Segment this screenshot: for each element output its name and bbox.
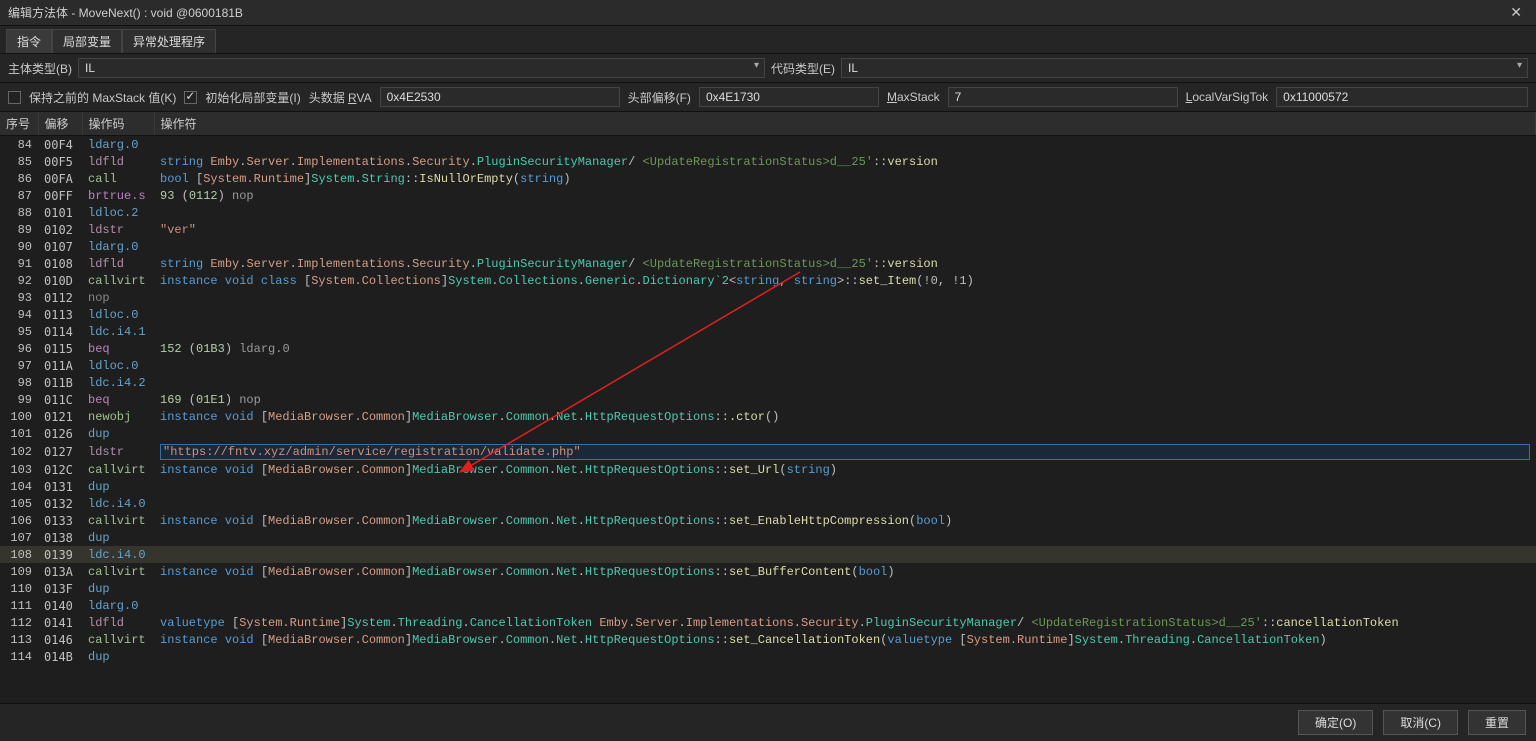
- table-row[interactable]: 114014Bdup: [0, 648, 1536, 665]
- table-row[interactable]: 8500F5ldfldstring Emby.Server.Implementa…: [0, 153, 1536, 170]
- tab-strip: 指令局部变量异常处理程序: [0, 26, 1536, 54]
- table-row[interactable]: 880101ldloc.2: [0, 204, 1536, 221]
- table-row[interactable]: 890102ldstr"ver": [0, 221, 1536, 238]
- table-row[interactable]: 1020127ldstr: [0, 442, 1536, 461]
- table-row[interactable]: 940113ldloc.0: [0, 306, 1536, 323]
- table-row[interactable]: 8400F4ldarg.0: [0, 136, 1536, 154]
- table-row[interactable]: 960115beq152 (01B3) ldarg.0: [0, 340, 1536, 357]
- init-locals-label: 初始化局部变量(I): [205, 89, 300, 106]
- localvarsigtok-label: LocalVarSigTok: [1186, 90, 1269, 104]
- table-row[interactable]: 1120141ldfldvaluetype [System.Runtime]Sy…: [0, 614, 1536, 631]
- table-row[interactable]: 1080139ldc.i4.0: [0, 546, 1536, 563]
- col-offset[interactable]: 偏移: [38, 112, 82, 136]
- keep-maxstack-label: 保持之前的 MaxStack 值(K): [29, 89, 176, 106]
- window-title: 编辑方法体 - MoveNext() : void @0600181B: [8, 4, 243, 21]
- table-row[interactable]: 1130146callvirtinstance void [MediaBrows…: [0, 631, 1536, 648]
- ok-button[interactable]: 确定(O): [1298, 710, 1373, 735]
- maxstack-input[interactable]: [948, 87, 1178, 107]
- header-offset-input[interactable]: [699, 87, 879, 107]
- table-row[interactable]: 97011Aldloc.0: [0, 357, 1536, 374]
- table-row[interactable]: 1010126dup: [0, 425, 1536, 442]
- table-row[interactable]: 1050132ldc.i4.0: [0, 495, 1536, 512]
- body-type-label: 主体类型(B): [8, 60, 72, 77]
- table-row[interactable]: 1040131dup: [0, 478, 1536, 495]
- reset-button[interactable]: 重置: [1468, 710, 1526, 735]
- cancel-button[interactable]: 取消(C): [1383, 710, 1458, 735]
- tab-异常处理程序[interactable]: 异常处理程序: [122, 29, 216, 53]
- form-row-flags: 保持之前的 MaxStack 值(K) 初始化局部变量(I) 头数据 RVA 头…: [0, 83, 1536, 112]
- table-row[interactable]: 92010Dcallvirtinstance void class [Syste…: [0, 272, 1536, 289]
- col-opcode[interactable]: 操作码: [82, 112, 154, 136]
- table-row[interactable]: 900107ldarg.0: [0, 238, 1536, 255]
- table-row[interactable]: 109013Acallvirtinstance void [MediaBrows…: [0, 563, 1536, 580]
- form-row-types: 主体类型(B) IL 代码类型(E) IL: [0, 54, 1536, 83]
- table-row[interactable]: 1060133callvirtinstance void [MediaBrows…: [0, 512, 1536, 529]
- table-row[interactable]: 110013Fdup: [0, 580, 1536, 597]
- table-row[interactable]: 99011Cbeq169 (01E1) nop: [0, 391, 1536, 408]
- rva-input[interactable]: [380, 87, 620, 107]
- init-locals-checkbox[interactable]: [184, 91, 197, 104]
- footer: 确定(O) 取消(C) 重置: [0, 703, 1536, 741]
- table-row[interactable]: 103012Ccallvirtinstance void [MediaBrows…: [0, 461, 1536, 478]
- tab-局部变量[interactable]: 局部变量: [52, 29, 122, 53]
- rva-label: 头数据 RVA: [309, 89, 372, 106]
- table-row[interactable]: 1110140ldarg.0: [0, 597, 1536, 614]
- body-type-select[interactable]: IL: [78, 58, 765, 78]
- instruction-grid[interactable]: 序号 偏移 操作码 操作符 8400F4ldarg.08500F5ldfldst…: [0, 112, 1536, 703]
- table-row[interactable]: 950114ldc.i4.1: [0, 323, 1536, 340]
- tab-指令[interactable]: 指令: [6, 29, 52, 53]
- table-row[interactable]: 8600FAcallbool [System.Runtime]System.St…: [0, 170, 1536, 187]
- table-row[interactable]: 1000121newobjinstance void [MediaBrowser…: [0, 408, 1536, 425]
- col-operand[interactable]: 操作符: [154, 112, 1536, 136]
- code-type-select[interactable]: IL: [841, 58, 1528, 78]
- table-row[interactable]: 930112nop: [0, 289, 1536, 306]
- table-row[interactable]: 98011Bldc.i4.2: [0, 374, 1536, 391]
- table-row[interactable]: 910108ldfldstring Emby.Server.Implementa…: [0, 255, 1536, 272]
- operand-edit-input[interactable]: [163, 445, 1033, 459]
- keep-maxstack-checkbox[interactable]: [8, 91, 21, 104]
- close-icon[interactable]: ✕: [1504, 4, 1528, 21]
- localvarsigtok-input[interactable]: [1276, 87, 1528, 107]
- table-row[interactable]: 8700FFbrtrue.s93 (0112) nop: [0, 187, 1536, 204]
- table-row[interactable]: 1070138dup: [0, 529, 1536, 546]
- maxstack-label: MaxStack: [887, 90, 940, 104]
- title-bar: 编辑方法体 - MoveNext() : void @0600181B ✕: [0, 0, 1536, 26]
- col-index[interactable]: 序号: [0, 112, 38, 136]
- code-type-label: 代码类型(E): [771, 60, 835, 77]
- header-offset-label: 头部偏移(F): [628, 89, 691, 106]
